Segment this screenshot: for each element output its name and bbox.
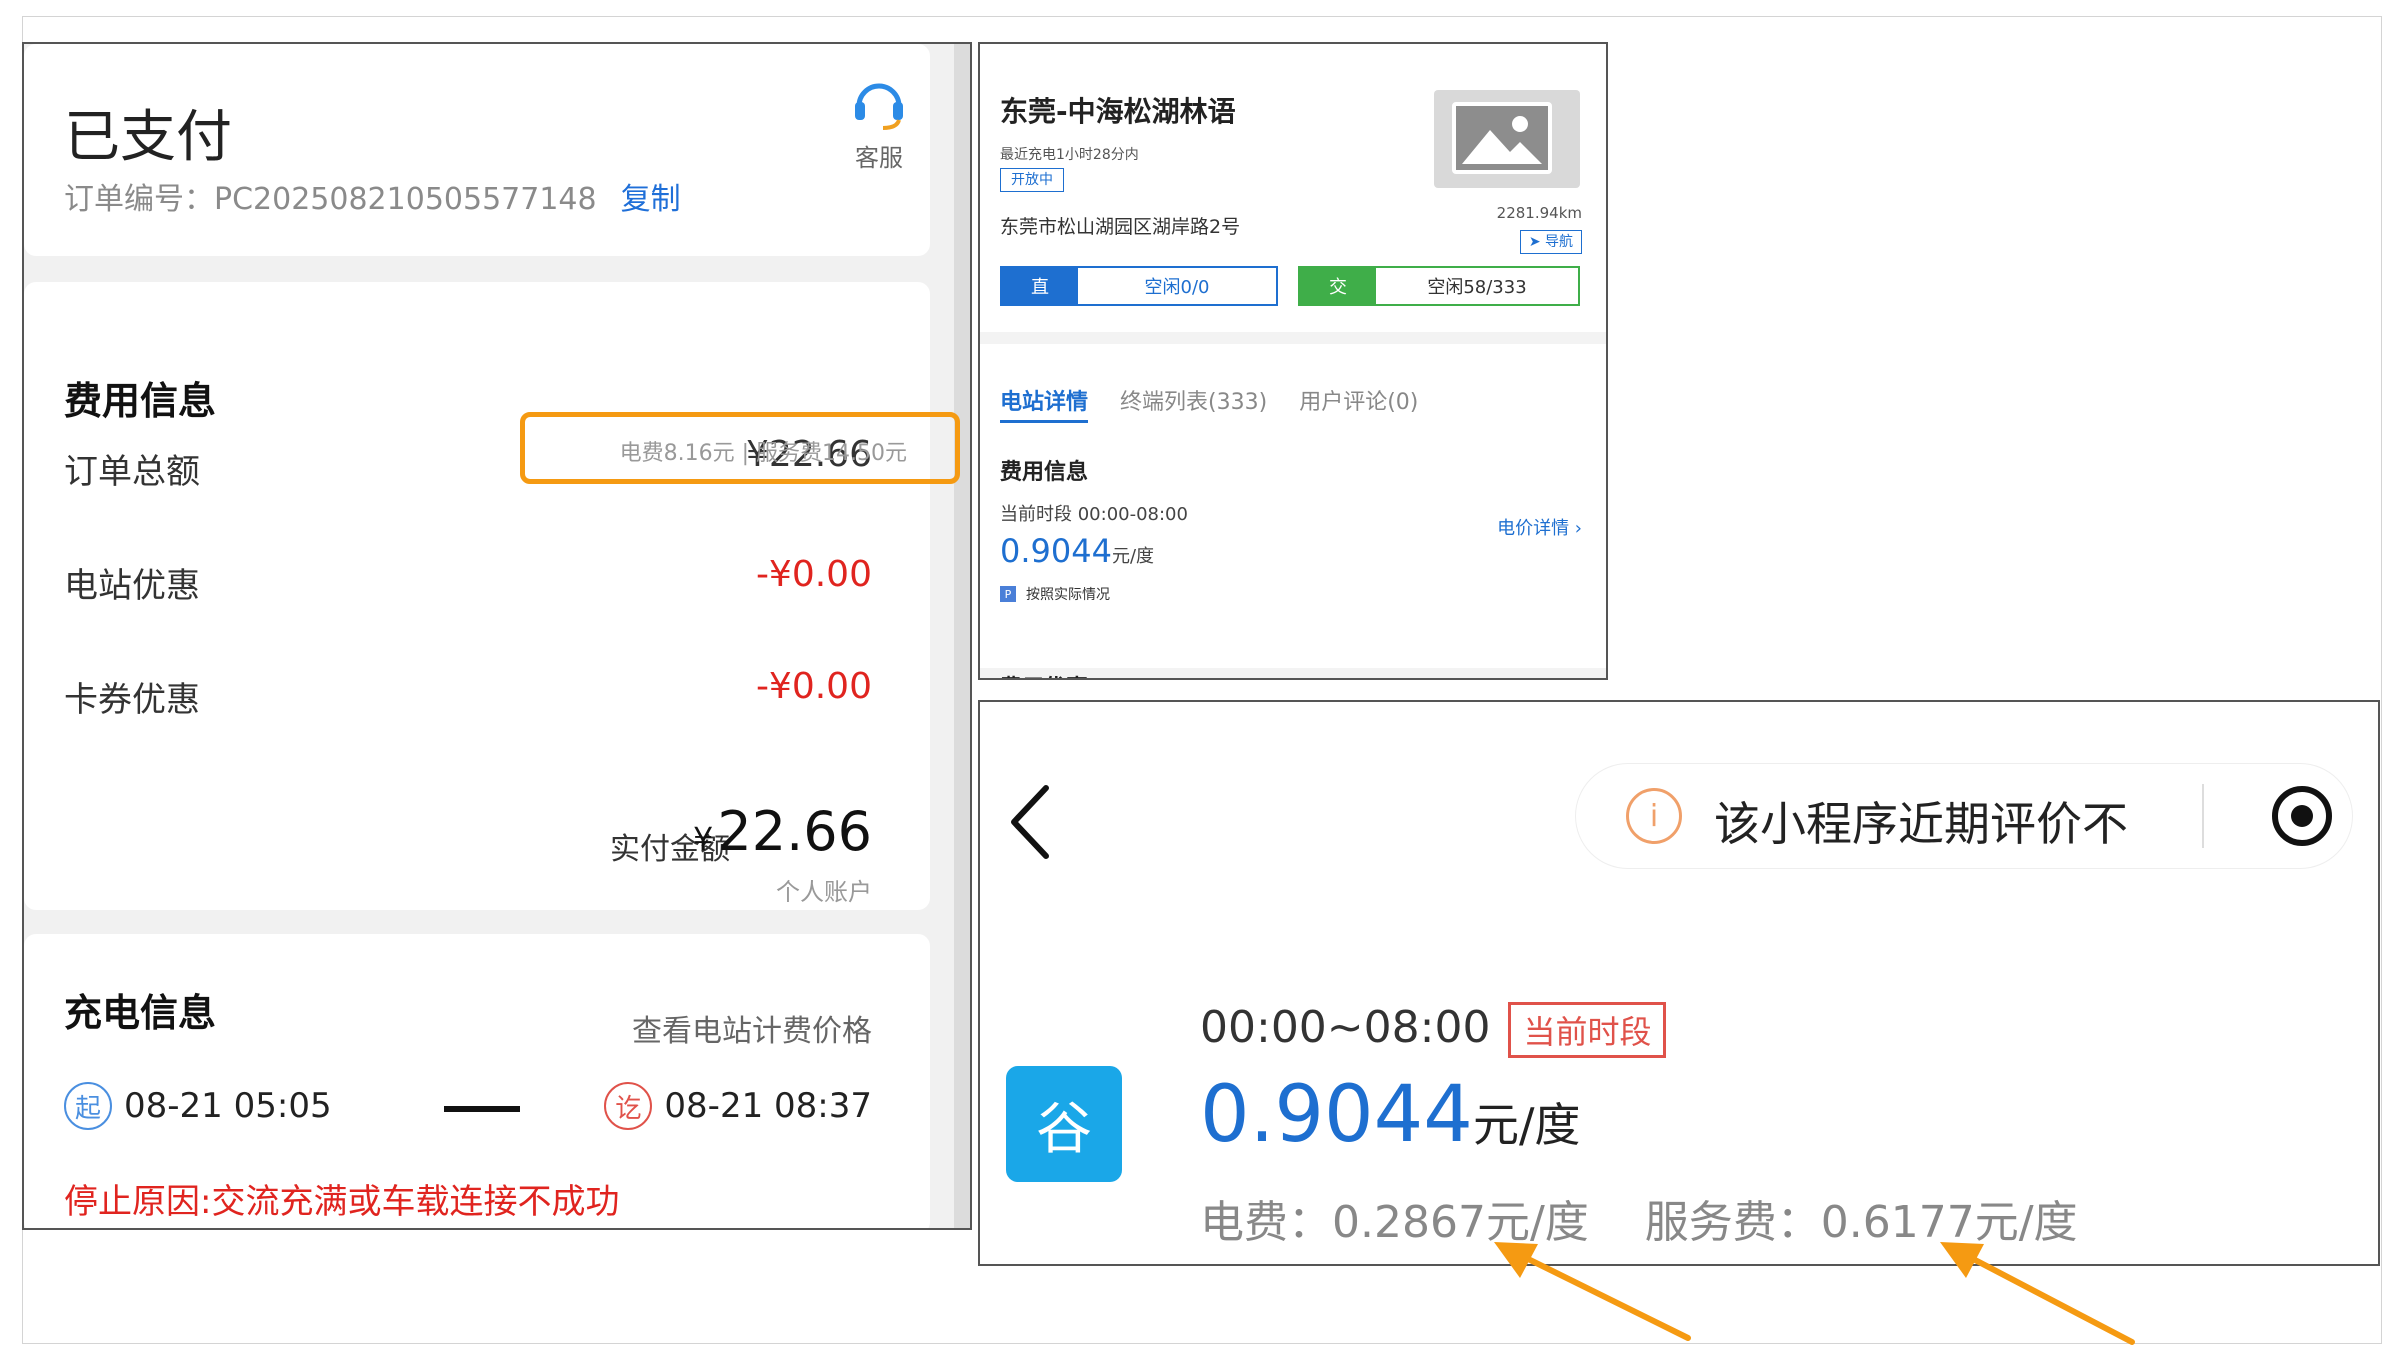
fee-section-title: 费用信息 [64,379,217,423]
station-header: 东莞-中海松湖林语 最近充电1小时28分内 开放中 东莞市松山湖园区湖岸路2号 … [980,44,1606,332]
valley-price: 0.9044元/度 [1200,1070,1580,1160]
order-number-line: 订单编号：PC2025082105055771​48 复制 [64,174,681,218]
valley-price-value: 0.9044 [1200,1070,1473,1160]
end-time: 讫 08-21 08:37 [604,1082,872,1130]
order-number-label: 订单编号： [64,182,214,217]
copy-button[interactable]: 复制 [621,182,681,217]
tab-user-reviews[interactable]: 用户评论(0) [1299,384,1418,423]
customer-service-label: 客服 [855,144,903,172]
order-status-card: 已支付 订单编号：PC2025082105055771​48 复制 客服 [24,44,930,256]
close-miniapp-icon[interactable] [2272,786,2332,846]
fee-split: 电费：0.2867元/度 服务费：0.6177元/度 [1200,1186,2134,1250]
miniapp-price-panel: i 该小程序近期评价不 00:00~08:00 当前时段 谷 0.9044元/度 … [978,700,2380,1266]
back-icon[interactable] [1006,782,1056,862]
fee-discount-title: 费用优惠 [1000,670,1088,678]
dc-tag: 直 [1002,268,1078,304]
electricity-fee: 电费：0.2867元/度 [1200,1197,1589,1248]
station-distance: 2281.94km [1496,204,1582,222]
paid-account: 个人账户 [776,878,872,906]
current-period: 当前时段 00:00-08:00 [1000,504,1188,525]
station-tabs: 电站详情 终端列表(333) 用户评论(0) [1000,384,1450,423]
miniapp-capsule: i 该小程序近期评价不 [1576,764,2352,868]
station-image-placeholder [1434,90,1580,188]
navigate-button[interactable]: ➤ 导航 [1519,230,1582,254]
currency-symbol: ¥ [693,820,714,858]
start-time-value: 08-21 05:05 [124,1086,332,1126]
fee-info-card: 费用信息 订单总额 ¥22.66 电站优惠 -¥0.00 卡券优惠 -¥0.00… [24,282,930,910]
ac-availability[interactable]: 交 空闲58/333 [1298,266,1580,306]
recent-charge: 最近充电1小时28分内 [1000,147,1139,163]
paid-amount-value: ¥22.66 [693,800,872,863]
price-note: P 按照实际情况 [1000,584,1110,604]
paid-amount-number: 22.66 [717,800,872,863]
capsule-text: 该小程序近期评价不 [1714,797,2128,851]
image-icon [1452,102,1552,174]
price-detail-link[interactable]: 电价详情 › [1497,514,1582,540]
fee-breakdown-highlight: 电费8.16元 | 服务费14.50元 [520,412,960,484]
stop-reason: 停止原因:交流充满或车载连接不成功 [64,1182,620,1222]
coupon-discount-label: 卡券优惠 [64,680,200,720]
dc-idle: 空闲0/0 [1078,268,1276,304]
station-address: 东莞市松山湖园区湖岸路2号 [1000,216,1241,238]
valley-period-time: 00:00~08:00 [1200,1002,1491,1053]
valley-icon: 谷 [1006,1066,1122,1182]
scrollbar-track [954,44,970,1228]
view-station-price-link[interactable]: 查看电站计费价格 [632,1006,872,1050]
start-time: 起 08-21 05:05 [64,1082,332,1130]
current-period-badge: 当前时段 [1508,1002,1667,1058]
station-price: 0.9044元/度 [1000,532,1154,570]
end-time-value: 08-21 08:37 [664,1086,872,1126]
page-title: 已支付 [64,105,232,170]
time-separator [444,1106,520,1112]
ac-idle: 空闲58/333 [1376,268,1578,304]
charging-section-title: 充电信息 [64,991,217,1035]
fee-breakdown: 电费8.16元 | 服务费14.50元 [619,441,907,466]
start-icon: 起 [64,1082,112,1130]
charging-info-card: 充电信息 查看电站计费价格 起 08-21 05:05 讫 08-21 08:3… [24,934,930,1228]
parking-icon: P [1000,586,1016,602]
customer-service-button[interactable]: 客服 [834,72,924,173]
valley-price-unit: 元/度 [1472,1098,1581,1152]
station-price-unit: 元/度 [1111,546,1155,567]
station-detail-panel: 东莞-中海松湖林语 最近充电1小时28分内 开放中 东莞市松山湖园区湖岸路2号 … [978,42,1608,680]
station-price-value: 0.9044 [1000,532,1112,570]
order-detail-panel: 已支付 订单编号：PC2025082105055771​48 复制 客服 费用信息… [22,42,972,1230]
tab-terminal-list[interactable]: 终端列表(333) [1120,384,1267,423]
open-status-badge: 开放中 [1000,168,1064,192]
end-icon: 讫 [604,1082,653,1130]
station-name: 东莞-中海松湖林语 [1000,95,1236,128]
coupon-discount-value: -¥0.00 [755,666,872,707]
station-discount-value: -¥0.00 [755,554,872,595]
ac-tag: 交 [1300,268,1376,304]
order-total-label: 订单总额 [64,452,200,492]
valley-period: 00:00~08:00 当前时段 [1200,1002,1667,1058]
order-number: PC2025082105055771​48 [214,182,597,217]
station-body: 电站详情 终端列表(333) 用户评论(0) 费用信息 当前时段 00:00-0… [980,344,1606,668]
tab-station-detail[interactable]: 电站详情 [1000,384,1089,423]
price-note-text: 按照实际情况 [1026,587,1110,603]
info-icon[interactable]: i [1626,788,1682,844]
service-fee: 服务费：0.6177元/度 [1644,1197,2078,1248]
station-fee-title: 费用信息 [1000,460,1089,485]
dc-availability[interactable]: 直 空闲0/0 [1000,266,1278,306]
station-discount-label: 电站优惠 [64,566,200,606]
headset-icon [855,83,903,130]
capsule-divider [2202,784,2204,848]
